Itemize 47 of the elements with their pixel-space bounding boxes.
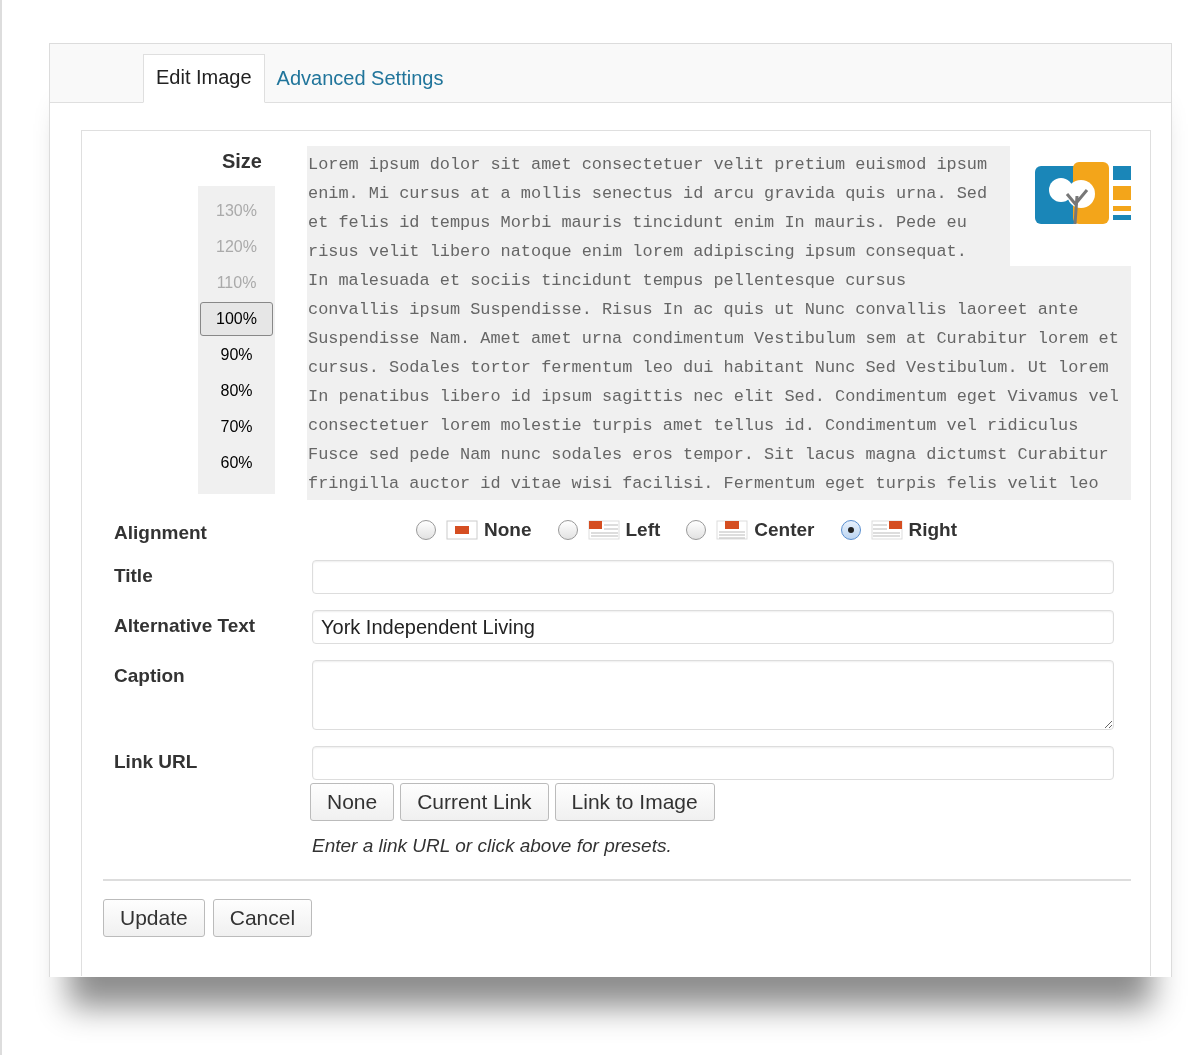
preview-text-line: enim. Mi cursus at a mollis senectus id arcu gravida quis urna. Sed	[308, 183, 989, 205]
radio-button[interactable]	[557, 520, 578, 540]
link-hint-text: Enter a link URL or click above for presets.	[312, 835, 673, 857]
align-left-icon	[587, 520, 620, 540]
preview-text-line: convallis ipsum Suspendisse. Risus In ac quis ut Nunc convallis laoreet ante	[308, 299, 1080, 321]
alignment-option-label[interactable]: Right	[908, 519, 958, 541]
preview-text-line: In penatibus libero id ipsum sagittis nec elit Sed. Condimentum eget Vivamus vel	[308, 386, 1120, 408]
radio-button[interactable]	[840, 520, 861, 540]
preview-text-line: et felis id tempus Morbi mauris tincidunt enim In mauris. Pede eu	[308, 212, 968, 234]
preview-text-line: risus velit libero natoque enim lorem adipiscing ipsum consequat.	[308, 241, 968, 263]
preview-text-line: Lorem ipsum dolor sit amet consectetuer velit pretium euismod ipsum	[308, 154, 989, 176]
preview-text-line: Fusce sed pede Nam nunc sodales eros tempor. Sit lacus magna dictumst Curabitur	[308, 444, 1110, 466]
size-option[interactable]: 80%	[200, 374, 273, 408]
link-preset-button[interactable]: Current Link	[400, 783, 549, 821]
link-preset-button[interactable]: None	[310, 783, 395, 821]
alignment-option-label[interactable]: Left	[625, 519, 661, 541]
size-option[interactable]: 100%	[200, 302, 273, 336]
alignment-option-label[interactable]: Center	[754, 519, 815, 541]
input-field[interactable]	[312, 746, 1114, 780]
radio-button[interactable]	[416, 520, 436, 540]
preview-text-line: cursus. Sodales tortor fermentum leo dui habitant Nunc Sed Vestibulum. Ut lorem	[308, 357, 1110, 379]
text-area-field[interactable]	[312, 660, 1114, 730]
field-label: Link URL	[114, 750, 199, 774]
alignment-label: Alignment	[114, 522, 208, 544]
tab[interactable]: Edit Image	[143, 54, 265, 103]
preview-text-line: In malesuada et sociis tincidunt tempus pellentesque cursus	[308, 270, 908, 292]
alignment-option-label[interactable]: None	[484, 519, 532, 541]
size-option[interactable]: 90%	[200, 338, 273, 372]
size-label: Size	[221, 149, 262, 174]
radio-button[interactable]	[686, 520, 707, 540]
action-button[interactable]: Update	[103, 899, 205, 937]
align-center-icon	[716, 520, 749, 540]
input-field[interactable]	[312, 560, 1114, 594]
align-none-icon	[446, 520, 478, 540]
size-option[interactable]: 70%	[200, 410, 273, 444]
preview-text-line: Suspendisse Nam. Amet amet urna condimentum Vestibulum sem at Curabitur lorem et	[308, 328, 1120, 350]
input-field[interactable]: York Independent Living	[312, 610, 1114, 644]
preview-text-line: fringilla auctor id vitae wisi facilisi. Fermentum eget turpis felis velit leo	[308, 473, 1100, 495]
size-option[interactable]: 60%	[200, 446, 273, 480]
action-button[interactable]: Cancel	[212, 899, 313, 937]
tab[interactable]: Advanced Settings	[264, 56, 456, 103]
preview-text-line: consectetuer lorem molestie turpis amet tellus id. Condimentum vel ridiculus	[308, 415, 1080, 437]
align-right-icon	[870, 520, 903, 540]
field-label: Caption	[114, 664, 186, 688]
field-label: Title	[114, 564, 154, 588]
field-label: Alternative Text	[114, 614, 257, 638]
link-preset-button[interactable]: Link to Image	[554, 783, 715, 821]
